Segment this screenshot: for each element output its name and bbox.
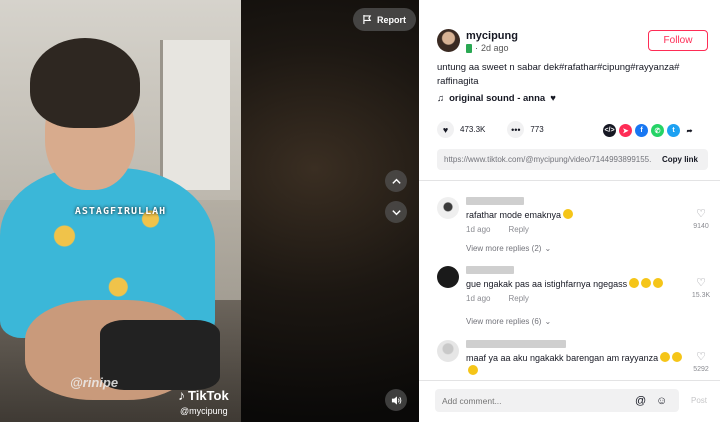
author-avatar[interactable] — [437, 29, 460, 52]
chevron-down-icon — [391, 209, 401, 215]
video-scene-window — [160, 40, 230, 190]
comment-meta: 1d ago Reply — [466, 294, 529, 303]
embed-icon[interactable]: </> — [603, 124, 616, 137]
video-frame[interactable]: ASTAGFIRULLAH @rinipe ♪ TikTok @mycipung — [0, 0, 241, 422]
comment-heart-icon[interactable]: ♡ — [690, 276, 712, 289]
laugh-emoji-icon — [653, 278, 664, 288]
report-button[interactable]: Report — [353, 8, 416, 31]
comment-text-content: gue ngakak pas aa istighfarnya ngegass — [466, 279, 628, 289]
comment-like-count: 5292 — [693, 366, 709, 373]
music-note-icon: ♫ — [437, 93, 445, 104]
comment-button[interactable]: ••• — [507, 121, 525, 138]
heart-icon: ♥ — [442, 124, 449, 135]
post-description-line1[interactable]: untung aa sweet n sabar dek#rafathar#cip… — [437, 61, 697, 75]
author-badge-icon — [466, 43, 472, 53]
comment-count: 773 — [530, 125, 544, 134]
author-username[interactable]: mycipung — [466, 30, 518, 42]
author-dot: · — [475, 43, 478, 53]
reply-button[interactable]: Reply — [508, 225, 528, 234]
reply-button[interactable]: Reply — [508, 294, 528, 303]
link-box: https://www.tiktok.com/@mycipung/video/7… — [437, 149, 708, 170]
comment-heart-icon[interactable]: ♡ — [690, 350, 712, 363]
next-video-button[interactable] — [385, 201, 407, 223]
author-meta: · 2d ago — [466, 43, 509, 53]
chevron-down-icon: ⌄ — [544, 244, 552, 253]
comment-text: rafathar mode emaknya — [466, 209, 686, 222]
tiktok-brand-text: TikTok — [188, 387, 229, 403]
twitter-icon[interactable]: t — [667, 124, 680, 137]
tiktok-handle: @mycipung — [180, 406, 228, 416]
report-label: Report — [377, 14, 406, 25]
sound-link[interactable]: ♫ original sound - anna ♥ — [437, 93, 556, 104]
comments-list[interactable]: rafathar mode emaknya 1d ago Reply ♡ 914… — [419, 181, 720, 380]
facebook-icon[interactable]: f — [635, 124, 648, 137]
laugh-emoji-icon — [563, 209, 574, 219]
comment-avatar[interactable] — [437, 340, 459, 362]
whatsapp-icon[interactable]: ✆ — [651, 124, 664, 137]
details-panel: mycipung · 2d ago Follow untung aa sweet… — [419, 0, 720, 422]
share-arrow-icon[interactable]: ➦ — [683, 124, 696, 137]
view-more-replies[interactable]: View more replies (2) ⌄ — [466, 244, 551, 253]
post-button[interactable]: Post — [691, 396, 707, 405]
sound-title: original sound - anna — [449, 93, 546, 104]
video-link[interactable]: https://www.tiktok.com/@mycipung/video/7… — [437, 155, 652, 164]
video-player[interactable]: ASTAGFIRULLAH @rinipe ♪ TikTok @mycipung… — [0, 0, 419, 422]
comment-avatar[interactable] — [437, 266, 459, 288]
view-more-label: View more replies (2) — [466, 244, 542, 253]
like-button[interactable]: ♥ — [437, 121, 454, 138]
follow-button[interactable]: Follow — [648, 30, 708, 51]
like-count: 473.3K — [460, 125, 486, 134]
laugh-emoji-icon — [672, 352, 683, 362]
comment-text: maaf ya aa aku ngakakk barengan am rayya… — [466, 352, 686, 378]
comment-like: ♡ 5292 — [690, 350, 712, 373]
comment-meta: 1d ago Reply — [466, 225, 529, 234]
comment-text: gue ngakak pas aa istighfarnya ngegass — [466, 278, 686, 291]
emoji-icon[interactable]: ☺ — [656, 395, 667, 407]
chevron-up-icon — [391, 178, 401, 184]
laugh-emoji-icon — [468, 365, 478, 375]
post-description-line2[interactable]: raffinagita — [437, 75, 697, 89]
comment-date: 1d ago — [466, 294, 491, 303]
view-more-replies[interactable]: View more replies (6) ⌄ — [466, 317, 551, 326]
post-time: 2d ago — [481, 43, 509, 53]
post-description: untung aa sweet n sabar dek#rafathar#cip… — [437, 61, 697, 89]
video-watermark: @rinipe — [70, 375, 119, 390]
post-stats: ♥ 473.3K ••• 773 — [437, 121, 544, 138]
comment-text-content: maaf ya aa aku ngakakk barengan am rayya… — [466, 353, 659, 363]
tiktok-note-icon: ♪ — [178, 387, 185, 403]
flag-icon — [363, 15, 372, 24]
send-icon[interactable]: ➤ — [619, 124, 632, 137]
video-scene-hair — [30, 38, 140, 128]
previous-video-button[interactable] — [385, 170, 407, 192]
share-row: </> ➤ f ✆ t ➦ — [603, 124, 696, 137]
comment-avatar[interactable] — [437, 197, 459, 219]
comment-like-count: 15.3K — [691, 292, 711, 299]
comment-like: ♡ 9140 — [690, 207, 712, 230]
volume-button[interactable] — [385, 389, 407, 411]
comment-username-redacted[interactable] — [466, 197, 524, 205]
video-caption-overlay: ASTAGFIRULLAH — [74, 206, 167, 217]
comment-item: maaf ya aa aku ngakakk barengan am rayya… — [437, 338, 712, 380]
comment-username-redacted[interactable] — [466, 340, 566, 348]
laugh-emoji-icon — [641, 278, 652, 288]
comment-like: ♡ 15.3K — [690, 276, 712, 299]
copy-link-button[interactable]: Copy link — [652, 155, 708, 164]
comment-item: rafathar mode emaknya 1d ago Reply ♡ 914… — [437, 195, 712, 265]
view-more-label: View more replies (6) — [466, 317, 542, 326]
speaker-icon — [391, 395, 401, 405]
comment-date: 1d ago — [466, 225, 491, 234]
comment-username-redacted[interactable] — [466, 266, 514, 274]
laugh-emoji-icon — [660, 352, 671, 362]
heart-emoji-icon: ♥ — [550, 93, 556, 104]
comment-text-content: rafathar mode emaknya — [466, 210, 562, 220]
comment-like-count: 9140 — [693, 223, 709, 230]
comment-icon: ••• — [511, 124, 521, 135]
comment-bar: @ ☺ Post — [419, 380, 720, 422]
tiktok-logo: ♪ TikTok — [178, 387, 229, 403]
chevron-down-icon: ⌄ — [544, 317, 552, 326]
laugh-emoji-icon — [629, 278, 640, 288]
mention-icon[interactable]: @ — [635, 395, 646, 407]
comment-heart-icon[interactable]: ♡ — [690, 207, 712, 220]
